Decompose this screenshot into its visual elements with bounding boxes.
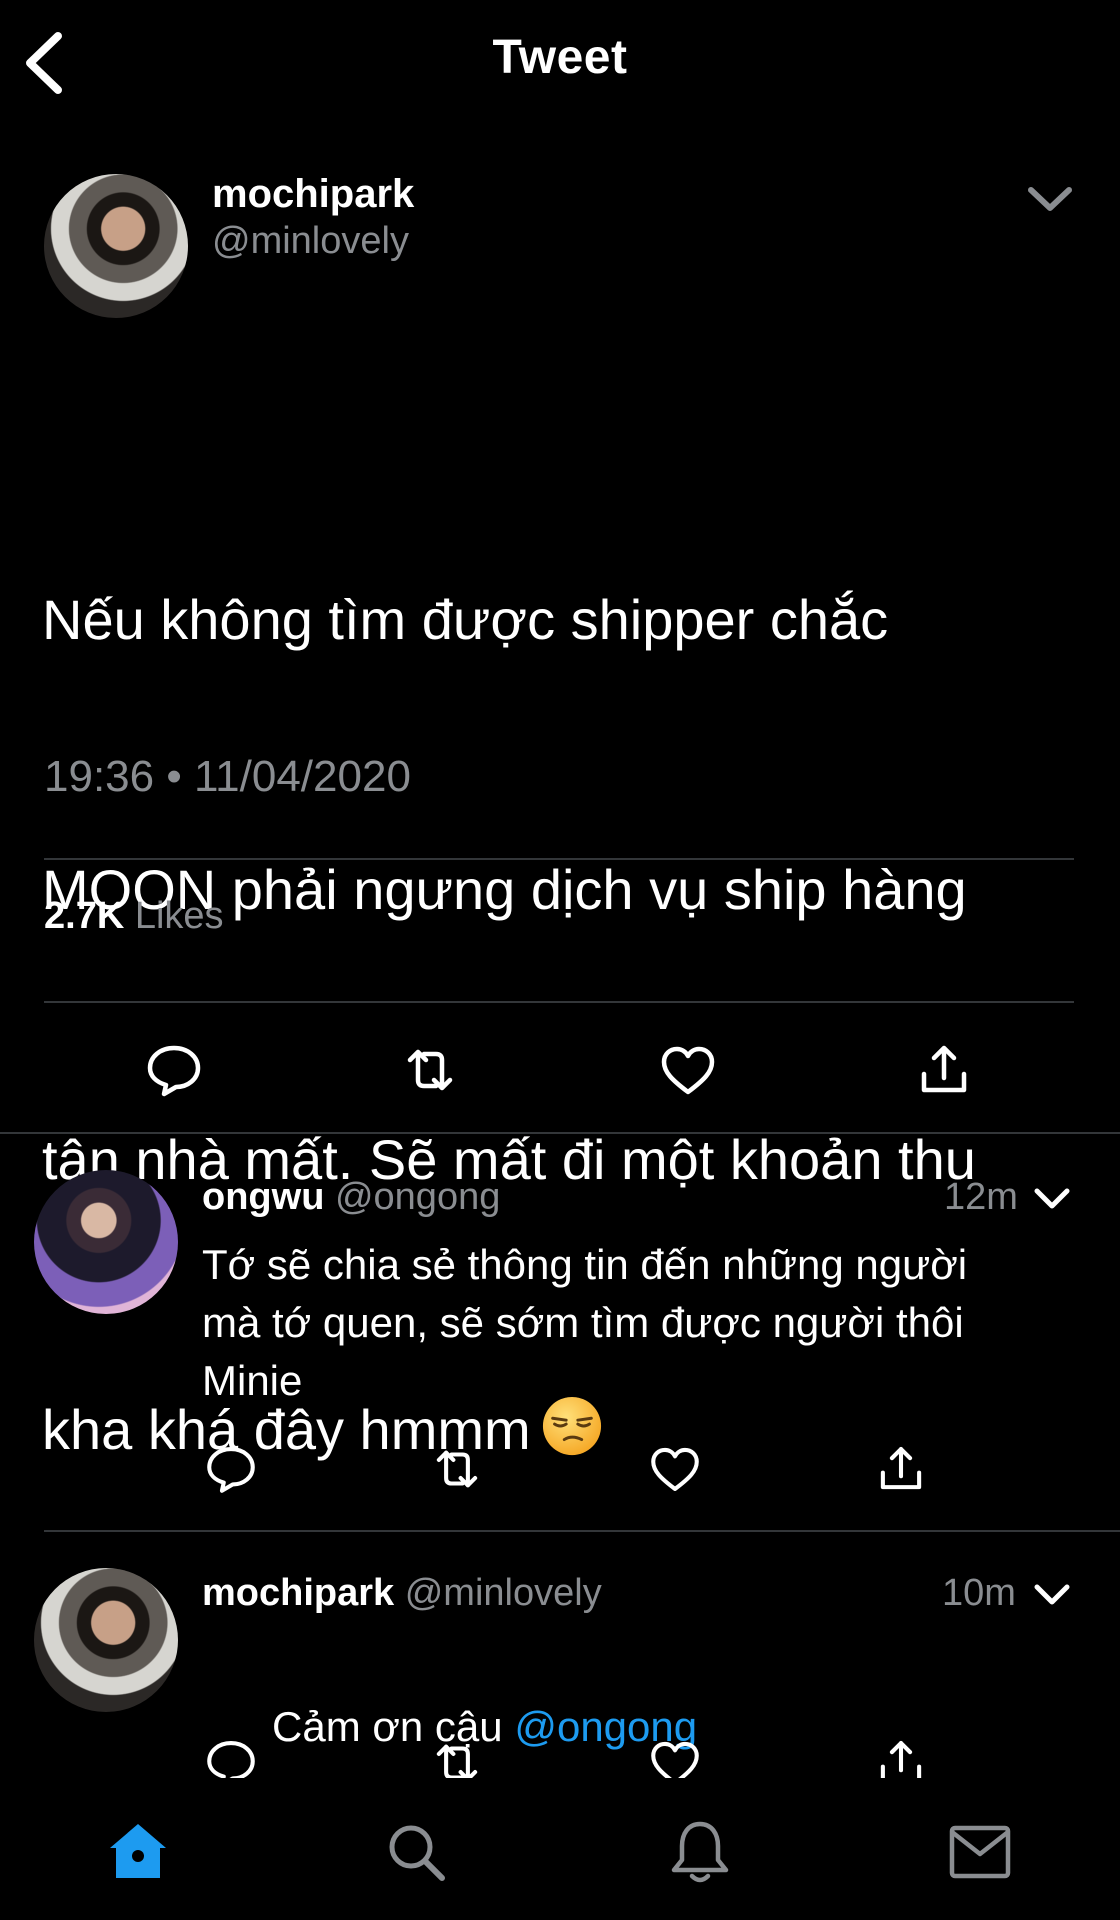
- reply-icon: [147, 1045, 201, 1097]
- reply-author[interactable]: mochipark @minlovely: [202, 1572, 602, 1615]
- reply-button[interactable]: [142, 1038, 206, 1102]
- share-button[interactable]: [912, 1038, 976, 1102]
- divider: [0, 1132, 1120, 1134]
- retweet-button[interactable]: [428, 1734, 486, 1778]
- divider: [44, 1530, 1120, 1532]
- reply-time: 12m: [944, 1176, 1018, 1218]
- reply-author-handle: @minlovely: [404, 1572, 602, 1614]
- nav-messages[interactable]: [944, 1816, 1016, 1888]
- author-handle[interactable]: @minlovely: [212, 220, 409, 263]
- home-icon: [110, 1824, 166, 1878]
- reply-button[interactable]: [202, 1734, 260, 1778]
- author-name[interactable]: mochipark: [212, 172, 414, 217]
- messages-icon: [949, 1825, 1011, 1879]
- like-icon: [651, 1741, 699, 1778]
- reply-author-name: mochipark: [202, 1572, 395, 1614]
- page-title: Tweet: [492, 31, 628, 84]
- notifications-icon: [671, 1821, 729, 1883]
- retweet-icon: [436, 1744, 478, 1778]
- retweet-button[interactable]: [398, 1038, 462, 1102]
- share-icon: [880, 1741, 922, 1778]
- tweet-detail-screen: Tweet mochipark @minlovely Nếu không tìm…: [0, 0, 1120, 1920]
- reply-options-button[interactable]: [1032, 1184, 1072, 1212]
- reply-icon: [207, 1447, 255, 1493]
- share-button[interactable]: [872, 1440, 930, 1498]
- divider: [44, 858, 1074, 860]
- top-bar: Tweet: [0, 0, 1120, 130]
- tweet-options-button[interactable]: [1025, 182, 1075, 216]
- likes-summary[interactable]: 2.7K Likes: [44, 895, 224, 938]
- reply-text: Tớ sẽ chia sẻ thông tin đến những người …: [202, 1241, 968, 1404]
- nav-search[interactable]: [380, 1816, 452, 1888]
- retweet-button[interactable]: [428, 1440, 486, 1498]
- share-icon: [880, 1447, 922, 1490]
- chevron-down-icon: [1028, 187, 1072, 211]
- divider: [44, 1001, 1074, 1003]
- retweet-icon: [407, 1049, 453, 1091]
- reply-options-button[interactable]: [1032, 1580, 1072, 1608]
- share-button[interactable]: [872, 1734, 930, 1778]
- reply-time: 10m: [942, 1572, 1016, 1614]
- reply-author-handle: @ongong: [334, 1176, 501, 1218]
- avatar[interactable]: [34, 1170, 178, 1314]
- chevron-down-icon: [1034, 1188, 1070, 1209]
- search-icon: [389, 1825, 445, 1881]
- reply-author[interactable]: ongwu @ongong: [202, 1176, 500, 1219]
- share-icon: [921, 1045, 967, 1093]
- like-button[interactable]: [646, 1440, 704, 1498]
- like-icon: [651, 1447, 699, 1491]
- tweet-text-line: Nếu không tìm được shipper chắc: [42, 588, 889, 651]
- like-button[interactable]: [656, 1038, 720, 1102]
- likes-count: 2.7K: [44, 895, 125, 937]
- like-button[interactable]: [646, 1734, 704, 1778]
- tweet-text-line: tận nhà mất. Sẽ mất đi một khoản thu: [42, 1128, 976, 1191]
- reply-button[interactable]: [202, 1440, 260, 1498]
- reply-icon: [207, 1741, 255, 1778]
- retweet-icon: [436, 1450, 478, 1488]
- likes-label: Likes: [134, 895, 224, 937]
- nav-home[interactable]: [102, 1816, 174, 1888]
- avatar[interactable]: [34, 1568, 178, 1712]
- tweet-timestamp: 19:36 • 11/04/2020: [44, 752, 411, 801]
- like-icon: [661, 1046, 715, 1095]
- avatar[interactable]: [44, 174, 188, 318]
- nav-notifications[interactable]: [664, 1816, 736, 1888]
- chevron-down-icon: [1034, 1584, 1070, 1605]
- reply-author-name: ongwu: [202, 1176, 325, 1218]
- bottom-nav: [0, 1778, 1120, 1920]
